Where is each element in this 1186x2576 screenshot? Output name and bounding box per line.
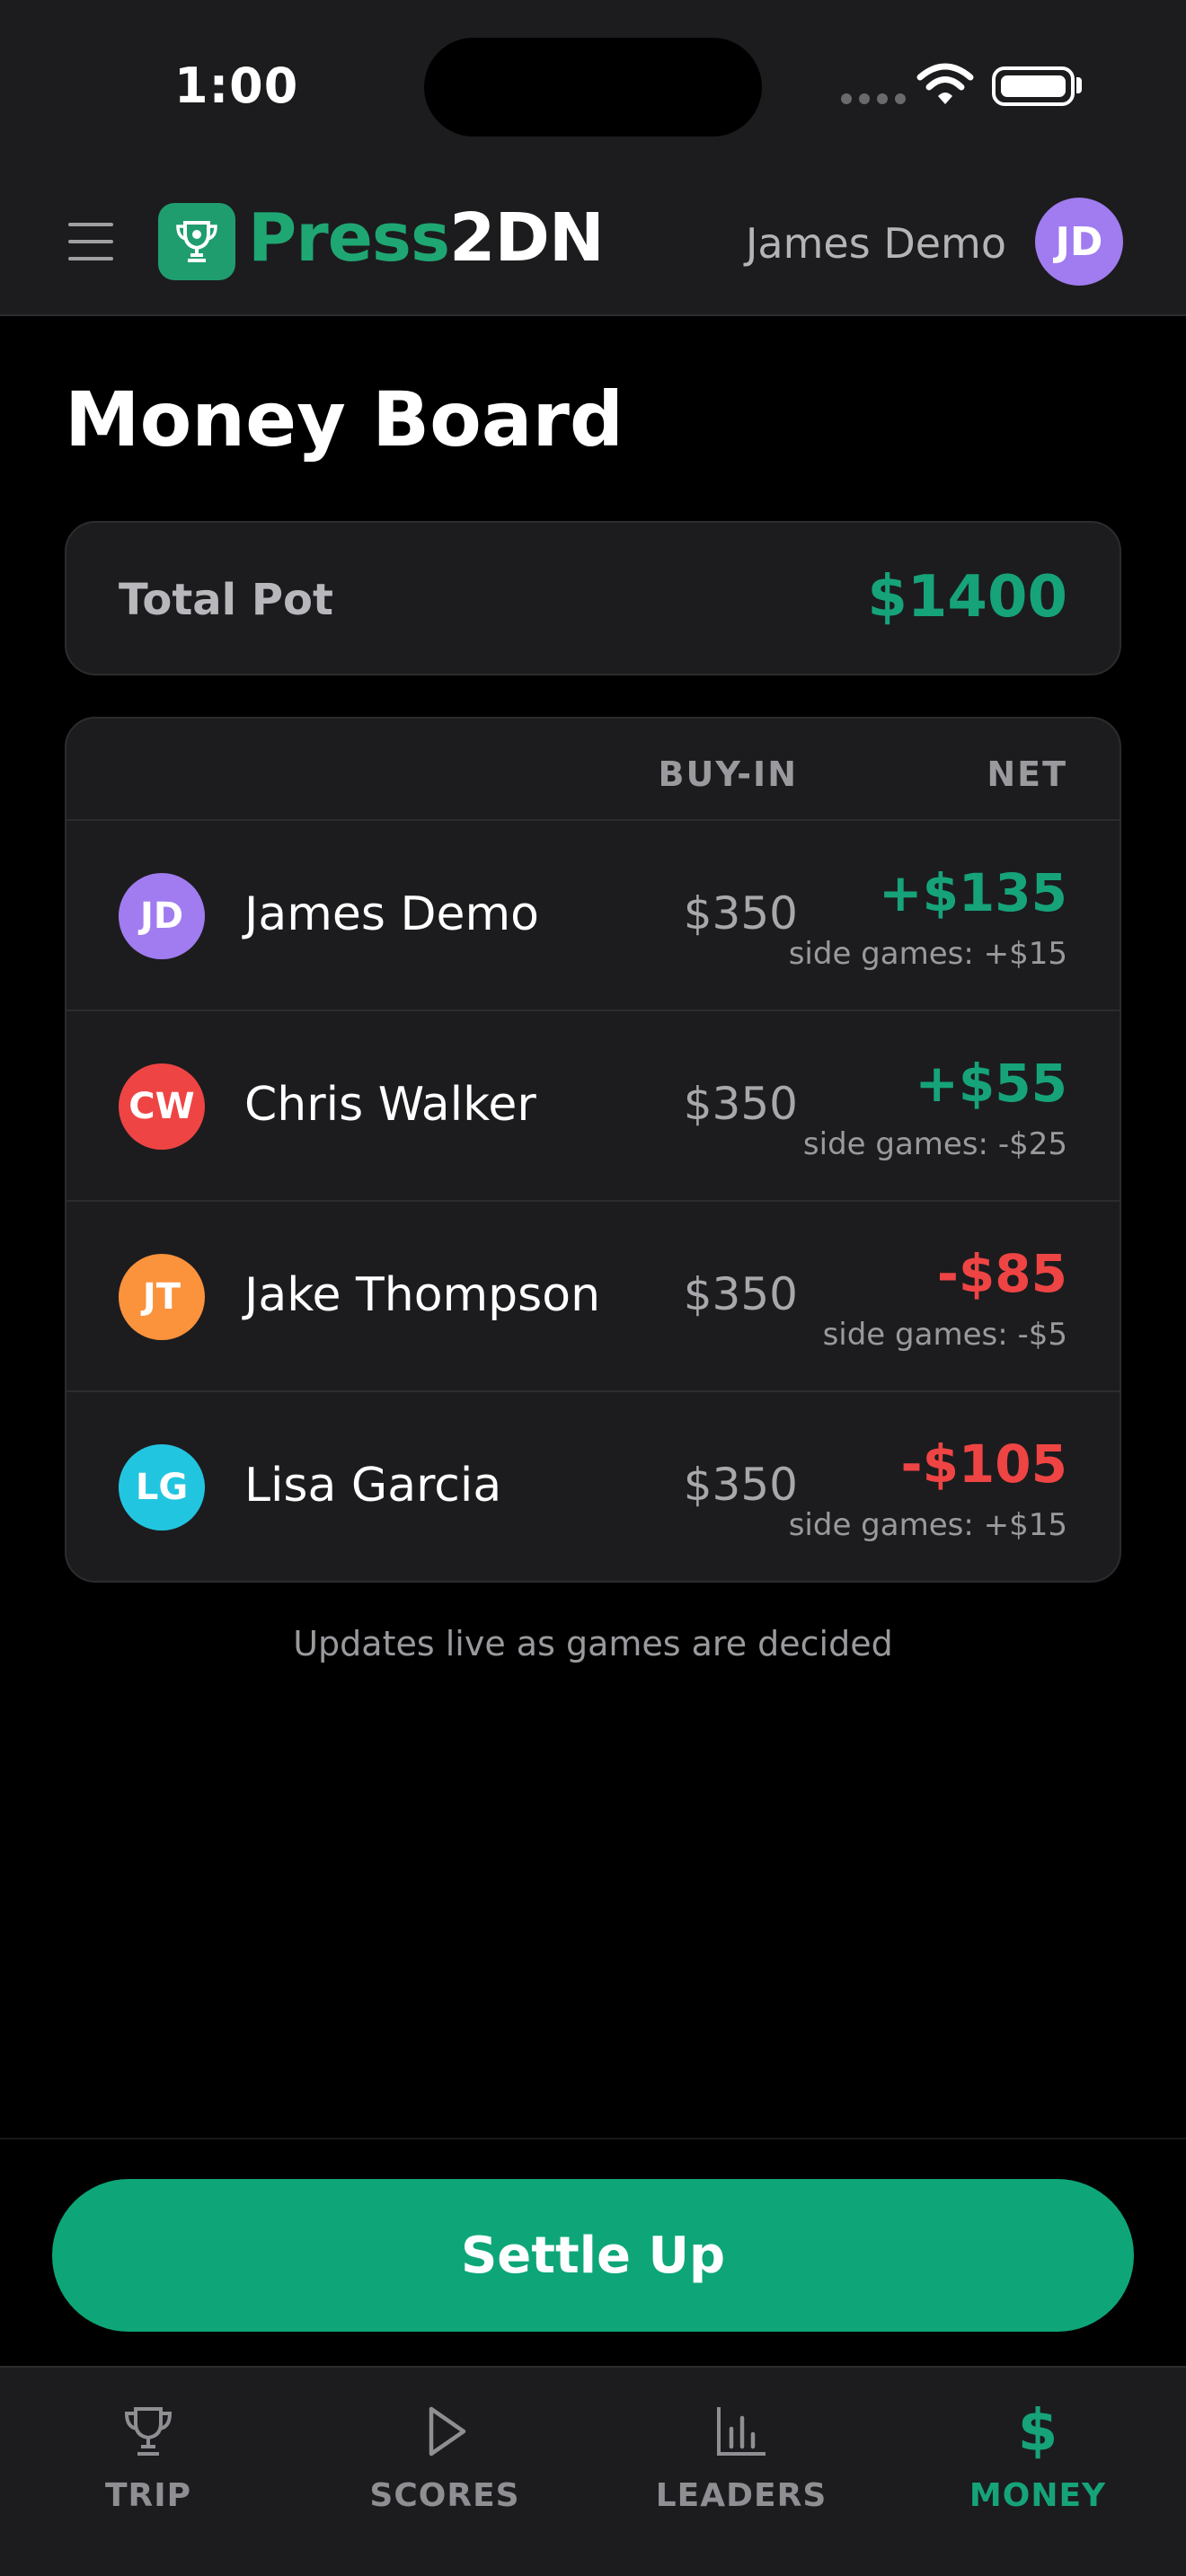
player-buyin: $350: [683, 1268, 798, 1320]
tab-money[interactable]: $ MONEY: [890, 2368, 1186, 2576]
tab-leaders[interactable]: LEADERS: [593, 2368, 890, 2576]
header-user-name[interactable]: James Demo: [746, 219, 1006, 268]
wifi-icon: [916, 63, 974, 110]
player-name: Chris Walker: [244, 1078, 536, 1132]
bar-chart-icon: [710, 2400, 773, 2463]
play-icon: [413, 2400, 476, 2463]
money-board-table: BUY-IN NET JD James Demo $350 +$135 side…: [65, 717, 1121, 1583]
battery-icon: [992, 66, 1075, 106]
player-name: James Demo: [244, 887, 539, 941]
table-header: BUY-IN NET: [66, 719, 1120, 821]
live-updates-note: Updates live as games are decided: [293, 1624, 893, 1663]
settle-up-button[interactable]: Settle Up: [52, 2179, 1134, 2332]
status-time: 1:00: [174, 57, 299, 114]
logo-part-2dn: 2DN: [449, 199, 605, 277]
tab-label: SCORES: [369, 2477, 520, 2514]
player-net: -$85: [936, 1243, 1067, 1304]
player-buyin: $350: [683, 1459, 798, 1511]
settle-footer: Settle Up: [0, 2138, 1186, 2366]
top-bar: 1:00 Press2DN James Demo JD: [0, 0, 1186, 316]
column-header-buyin: BUY-IN: [658, 754, 798, 794]
app-root: 1:00 Press2DN James Demo JD Money Board …: [0, 0, 1186, 2576]
bottom-tab-bar: TRIP SCORES LEADERS $ MONEY: [0, 2366, 1186, 2576]
dollar-icon: $: [1017, 2398, 1058, 2465]
player-buyin: $350: [683, 887, 798, 940]
table-row[interactable]: LG Lisa Garcia $350 -$105 side games: +$…: [66, 1392, 1120, 1581]
total-pot-label: Total Pot: [119, 575, 333, 625]
tab-label: TRIP: [104, 2477, 192, 2514]
player-net: -$105: [900, 1434, 1068, 1495]
column-header-net: NET: [987, 754, 1067, 794]
table-row[interactable]: CW Chris Walker $350 +$55 side games: -$…: [66, 1011, 1120, 1202]
player-avatar: JT: [119, 1254, 205, 1340]
table-row[interactable]: JD James Demo $350 +$135 side games: +$1…: [66, 821, 1120, 1011]
cellular-signal-icon: [841, 93, 906, 104]
dynamic-island: [424, 38, 762, 137]
trophy-logo-icon: [158, 203, 235, 280]
tab-scores[interactable]: SCORES: [296, 2368, 593, 2576]
player-side-games: side games: -$5: [822, 1317, 1067, 1353]
player-net: +$55: [915, 1053, 1067, 1114]
player-buyin: $350: [683, 1078, 798, 1130]
player-net: +$135: [878, 862, 1067, 923]
tab-label: LEADERS: [655, 2477, 828, 2514]
page-title: Money Board: [65, 375, 624, 463]
app-logo: Press2DN: [248, 199, 605, 277]
tab-label: MONEY: [969, 2477, 1107, 2514]
trophy-icon: [117, 2400, 180, 2463]
table-row[interactable]: JT Jake Thompson $350 -$85 side games: -…: [66, 1202, 1120, 1392]
battery-tip: [1076, 77, 1082, 93]
player-side-games: side games: +$15: [788, 1507, 1067, 1543]
player-name: Lisa Garcia: [244, 1459, 502, 1513]
player-avatar: LG: [119, 1444, 205, 1531]
logo-part-press: Press: [248, 199, 450, 277]
total-pot-card: Total Pot $1400: [65, 521, 1121, 675]
player-side-games: side games: +$15: [788, 936, 1067, 972]
header-avatar[interactable]: JD: [1035, 198, 1123, 286]
player-avatar: CW: [119, 1063, 205, 1150]
player-avatar: JD: [119, 873, 205, 959]
player-name: Jake Thompson: [244, 1268, 601, 1322]
tab-trip[interactable]: TRIP: [0, 2368, 296, 2576]
total-pot-value: $1400: [867, 564, 1067, 631]
player-side-games: side games: -$25: [802, 1126, 1067, 1162]
menu-icon[interactable]: [68, 223, 113, 260]
